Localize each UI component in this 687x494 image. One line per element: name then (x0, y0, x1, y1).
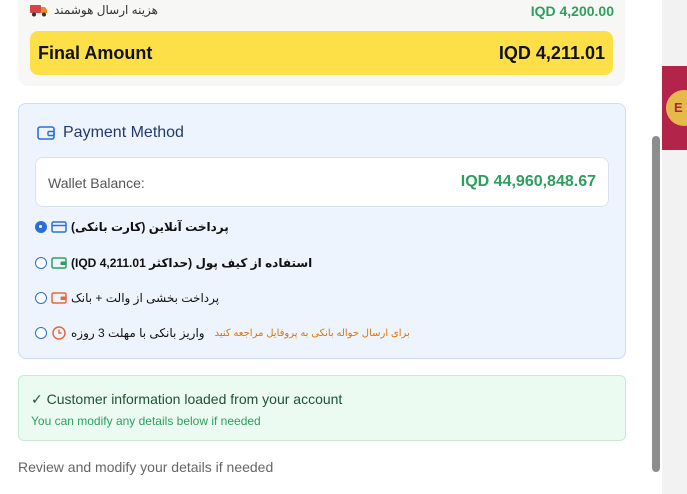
customer-info-title: ✓ Customer information loaded from your … (31, 391, 343, 407)
payment-option-online-card[interactable]: پرداخت آنلاین (کارت بانکی) (35, 217, 229, 237)
shipping-amount: IQD 4,200.00 (530, 3, 614, 19)
final-amount-value: IQD 4,211.01 (498, 43, 605, 63)
shipping-row: هزینه ارسال هوشمند IQD 4,200.00 (30, 3, 614, 23)
wallet-balance-label: Wallet Balance: (48, 175, 145, 191)
wallet-balance-value: IQD 44,960,848.67 (460, 173, 596, 190)
payment-option-label: واریز بانکی با مهلت 3 روزه (71, 326, 205, 340)
customer-info-notice: ✓ Customer information loaded from your … (18, 375, 626, 441)
credit-card-icon (51, 221, 67, 233)
radio-unselected[interactable] (35, 257, 47, 269)
radio-selected[interactable] (35, 221, 47, 233)
customer-info-subtitle: You can modify any details below if need… (31, 414, 261, 428)
final-amount-bar: Final Amount IQD 4,211.01 (30, 31, 613, 75)
radio-unselected[interactable] (35, 292, 47, 304)
payment-header: Payment Method (37, 124, 184, 142)
shipping-label: هزینه ارسال هوشمند (54, 3, 159, 17)
payment-option-wallet[interactable]: استفاده از کیف پول (حداکثر 4,211.01 IQD) (35, 253, 312, 273)
payment-option-bank-transfer[interactable]: واریز بانکی با مهلت 3 روزه برای ارسال حو… (35, 323, 410, 343)
payment-method-card: Payment Method Wallet Balance: IQD 44,96… (18, 103, 626, 359)
payment-option-label: پرداخت بخشی از والت + بانک (71, 291, 220, 305)
radio-unselected[interactable] (35, 327, 47, 339)
payment-option-label: پرداخت آنلاین (کارت بانکی) (71, 220, 229, 234)
wallet-icon (51, 257, 67, 269)
payment-option-note: برای ارسال حواله بانکی به پروفایل مراجعه… (214, 327, 410, 339)
clock-icon (52, 326, 66, 340)
wallet-icon (37, 126, 55, 140)
background-page-strip: E (662, 0, 687, 494)
payment-option-label: استفاده از کیف پول (حداکثر 4,211.01 IQD) (71, 256, 313, 270)
wallet-balance-box: Wallet Balance: IQD 44,960,848.67 (35, 157, 609, 207)
payment-method-title: Payment Method (63, 124, 184, 141)
wallet-bank-icon (51, 292, 67, 304)
review-details-text: Review and modify your details if needed (18, 459, 274, 475)
scrollbar-thumb[interactable] (652, 136, 660, 472)
payment-option-wallet-bank[interactable]: پرداخت بخشی از والت + بانک (35, 288, 219, 308)
final-amount-label: Final Amount (38, 43, 153, 63)
truck-icon (30, 5, 47, 17)
